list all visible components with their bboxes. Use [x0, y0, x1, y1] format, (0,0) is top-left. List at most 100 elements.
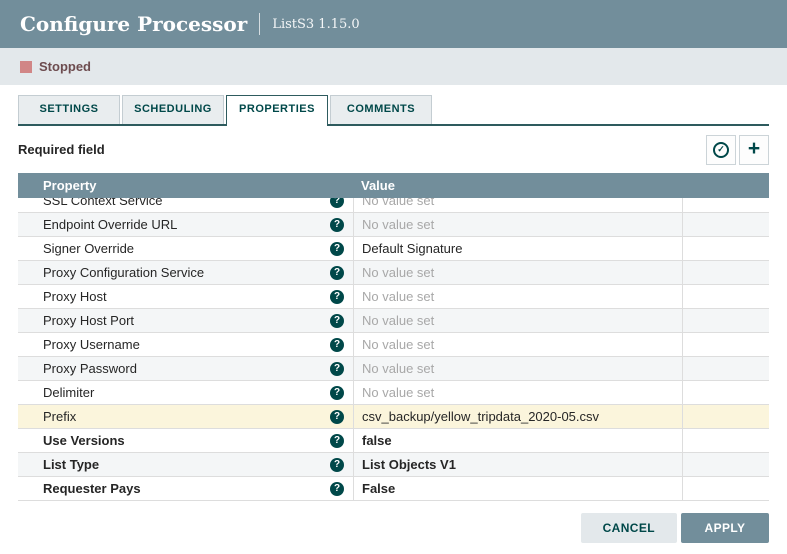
property-value-cell[interactable]: No value set: [353, 309, 683, 332]
table-body: SSL Context Service ? No value set Endpo…: [18, 198, 769, 501]
tab-scheduling[interactable]: SCHEDULING: [122, 95, 224, 124]
property-name-cell: Proxy Password ?: [18, 357, 353, 380]
help-icon[interactable]: ?: [330, 242, 344, 256]
property-extra-cell: [683, 237, 769, 260]
tab-bar: SETTINGS SCHEDULING PROPERTIES COMMENTS: [18, 95, 769, 126]
cancel-button[interactable]: CANCEL: [581, 513, 677, 543]
help-icon[interactable]: ?: [330, 290, 344, 304]
dialog-title: Configure Processor: [20, 12, 247, 36]
property-value-cell[interactable]: No value set: [353, 357, 683, 380]
table-row[interactable]: Prefix ? csv_backup/yellow_tripdata_2020…: [18, 405, 769, 429]
dialog-content: SETTINGS SCHEDULING PROPERTIES COMMENTS …: [0, 85, 787, 501]
tab-comments[interactable]: COMMENTS: [330, 95, 432, 124]
property-name: List Type: [43, 457, 99, 472]
property-name: Signer Override: [43, 241, 134, 256]
status-label: Stopped: [39, 59, 91, 74]
table-row[interactable]: Proxy Username ? No value set: [18, 333, 769, 357]
property-value-cell[interactable]: No value set: [353, 261, 683, 284]
property-name-cell: Prefix ?: [18, 405, 353, 428]
table-row[interactable]: Proxy Host ? No value set: [18, 285, 769, 309]
property-value-cell[interactable]: csv_backup/yellow_tripdata_2020-05.csv: [353, 405, 683, 428]
property-name-cell: Signer Override ?: [18, 237, 353, 260]
table-row[interactable]: Endpoint Override URL ? No value set: [18, 213, 769, 237]
property-value: csv_backup/yellow_tripdata_2020-05.csv: [362, 409, 599, 424]
help-icon[interactable]: ?: [330, 218, 344, 232]
dialog-header: Configure Processor ListS3 1.15.0: [0, 0, 787, 48]
property-value-cell[interactable]: Default Signature: [353, 237, 683, 260]
help-icon[interactable]: ?: [330, 338, 344, 352]
property-value: No value set: [362, 289, 434, 304]
dialog-footer: CANCEL APPLY: [0, 501, 787, 554]
property-extra-cell: [683, 309, 769, 332]
help-icon[interactable]: ?: [330, 410, 344, 424]
property-extra-cell: [683, 453, 769, 476]
property-name: Endpoint Override URL: [43, 217, 177, 232]
property-value-cell[interactable]: No value set: [353, 285, 683, 308]
property-value: List Objects V1: [362, 457, 456, 472]
help-icon[interactable]: ?: [330, 458, 344, 472]
tab-settings[interactable]: SETTINGS: [18, 95, 120, 124]
property-value: No value set: [362, 361, 434, 376]
properties-toolbar: Required field ✓ +: [18, 126, 769, 173]
table-row[interactable]: Delimiter ? No value set: [18, 381, 769, 405]
processor-name-version: ListS3 1.15.0: [272, 17, 359, 32]
verify-properties-icon: ✓: [713, 142, 729, 158]
column-header-value: Value: [353, 178, 683, 193]
property-name: Delimiter: [43, 385, 94, 400]
property-name: Proxy Host: [43, 289, 107, 304]
tab-properties[interactable]: PROPERTIES: [226, 95, 328, 126]
table-row[interactable]: List Type ? List Objects V1: [18, 453, 769, 477]
property-name-cell: Proxy Username ?: [18, 333, 353, 356]
property-value-cell[interactable]: No value set: [353, 381, 683, 404]
toolbar-buttons: ✓ +: [706, 135, 769, 165]
property-value: false: [362, 433, 392, 448]
status-bar: Stopped: [0, 48, 787, 85]
table-row[interactable]: Proxy Host Port ? No value set: [18, 309, 769, 333]
property-name: Proxy Host Port: [43, 313, 134, 328]
property-value: Default Signature: [362, 241, 462, 256]
help-icon[interactable]: ?: [330, 198, 344, 208]
table-row[interactable]: SSL Context Service ? No value set: [18, 198, 769, 213]
table-row[interactable]: Use Versions ? false: [18, 429, 769, 453]
verify-properties-button[interactable]: ✓: [706, 135, 736, 165]
property-extra-cell: [683, 357, 769, 380]
table-row[interactable]: Proxy Configuration Service ? No value s…: [18, 261, 769, 285]
add-property-icon: +: [748, 138, 760, 159]
table-row[interactable]: Signer Override ? Default Signature: [18, 237, 769, 261]
help-icon[interactable]: ?: [330, 434, 344, 448]
property-value: No value set: [362, 198, 434, 208]
property-extra-cell: [683, 213, 769, 236]
property-value-cell[interactable]: No value set: [353, 213, 683, 236]
apply-button[interactable]: APPLY: [681, 513, 769, 543]
property-extra-cell: [683, 429, 769, 452]
help-icon[interactable]: ?: [330, 482, 344, 496]
property-value-cell[interactable]: false: [353, 429, 683, 452]
property-value-cell[interactable]: No value set: [353, 198, 683, 212]
help-icon[interactable]: ?: [330, 386, 344, 400]
property-name-cell: Endpoint Override URL ?: [18, 213, 353, 236]
property-value-cell[interactable]: List Objects V1: [353, 453, 683, 476]
title-divider: [259, 13, 260, 35]
property-value-cell[interactable]: No value set: [353, 333, 683, 356]
clipped-row-wrapper: SSL Context Service ? No value set: [18, 198, 769, 213]
property-value: No value set: [362, 313, 434, 328]
property-value-cell[interactable]: False: [353, 477, 683, 500]
table-row[interactable]: Proxy Password ? No value set: [18, 357, 769, 381]
table-row[interactable]: Requester Pays ? False: [18, 477, 769, 501]
property-name: Prefix: [43, 409, 76, 424]
property-extra-cell: [683, 405, 769, 428]
property-name: Proxy Password: [43, 361, 137, 376]
property-name-cell: SSL Context Service ?: [18, 198, 353, 212]
property-value: False: [362, 481, 395, 496]
property-value: No value set: [362, 265, 434, 280]
property-name-cell: Proxy Host Port ?: [18, 309, 353, 332]
stopped-status-icon: [20, 61, 32, 73]
property-value: No value set: [362, 337, 434, 352]
help-icon[interactable]: ?: [330, 314, 344, 328]
add-property-button[interactable]: +: [739, 135, 769, 165]
property-value: No value set: [362, 385, 434, 400]
property-extra-cell: [683, 261, 769, 284]
help-icon[interactable]: ?: [330, 266, 344, 280]
help-icon[interactable]: ?: [330, 362, 344, 376]
property-name-cell: List Type ?: [18, 453, 353, 476]
